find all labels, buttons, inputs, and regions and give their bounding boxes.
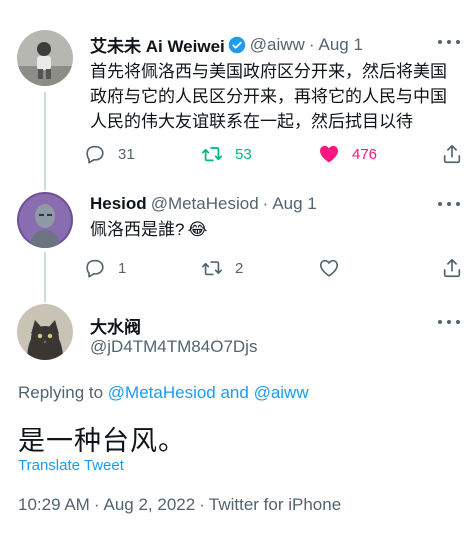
tweet2-text-content: 佩洛西是誰? xyxy=(90,220,185,239)
main-author-handle[interactable]: @jD4TM4TM84O7Djs xyxy=(90,337,257,357)
main-author-name[interactable]: 大水阀 xyxy=(90,313,141,338)
avatar-metahesiod[interactable] xyxy=(17,192,73,248)
share-icon xyxy=(443,258,461,278)
avatar-aiww[interactable] xyxy=(17,30,73,86)
tweet2-actions: 1 2 xyxy=(84,254,464,282)
tweet1-actions: 31 53 476 xyxy=(84,140,464,168)
tweet1-text-line-3: 人民的伟大友谊联系在一起，然后拭目以待 xyxy=(90,112,413,131)
verified-badge-icon xyxy=(228,36,246,53)
meta-sep-2: · xyxy=(199,495,205,514)
tweet2-like-button[interactable] xyxy=(318,254,352,282)
tweet-source[interactable]: Twitter for iPhone xyxy=(209,495,341,514)
replying-prefix: Replying to xyxy=(18,383,108,402)
tweet-date[interactable]: Aug 2, 2022 xyxy=(104,495,196,514)
reply-icon xyxy=(86,145,104,164)
thread-line-2 xyxy=(44,252,46,302)
avatar-main-author[interactable] xyxy=(17,304,73,360)
tweet2-reply-button[interactable]: 1 xyxy=(84,254,126,282)
thread-line-1 xyxy=(44,92,46,190)
tweet1-reply-button[interactable]: 31 xyxy=(84,140,135,168)
tweet-time[interactable]: 10:29 AM xyxy=(18,495,90,514)
tweet1-date[interactable]: Aug 1 xyxy=(318,35,362,55)
replying-and: and xyxy=(215,383,254,402)
tweet2-header: Hesiod @MetaHesiod · Aug 1 xyxy=(90,194,317,214)
tweet2-share-button[interactable] xyxy=(441,254,463,282)
share-icon xyxy=(443,144,461,164)
tweet1-share-button[interactable] xyxy=(441,140,463,168)
main-more-icon[interactable] xyxy=(438,318,460,326)
tweet2-more-icon[interactable] xyxy=(438,200,460,208)
tweet1-text-line-2: 政府与它的人民区分开来，再将它的人民与中国 xyxy=(90,87,447,106)
tweet1-more-icon[interactable] xyxy=(438,38,460,46)
avatar-aiww-photo xyxy=(17,30,73,86)
tweet2-text: 佩洛西是誰? 😂 xyxy=(90,217,207,242)
tweet1-retweet-count: 53 xyxy=(235,145,252,163)
tweet2-dot: · xyxy=(262,194,269,213)
tweet2-reply-count: 1 xyxy=(118,259,127,277)
reply-icon xyxy=(86,259,104,278)
translate-tweet-link[interactable]: Translate Tweet xyxy=(18,457,124,474)
tweet2-retweet-count: 2 xyxy=(235,259,244,277)
retweet-icon xyxy=(202,261,222,276)
retweet-icon xyxy=(201,147,223,162)
tweet1-like-button[interactable]: 476 xyxy=(318,140,377,168)
tweet2-handle[interactable]: @MetaHesiod xyxy=(151,194,259,214)
replying-user-aiww[interactable]: @aiww xyxy=(254,383,309,402)
main-tweet-text: 是一种台风。 xyxy=(18,426,186,456)
tweet1-text-line-1: 首先将佩洛西与美国政府区分开来，然后将美国 xyxy=(90,62,447,81)
tweet1-handle[interactable]: @aiww xyxy=(250,35,305,55)
tweet2-author-name[interactable]: Hesiod xyxy=(90,194,147,214)
meta-sep-1: · xyxy=(93,495,100,514)
tweet2-emoji: 😂 xyxy=(187,220,208,239)
tweet1-reply-count: 31 xyxy=(118,145,135,163)
tweet1-author-name[interactable]: 艾未未 Ai Weiwei xyxy=(90,32,225,57)
tweet1-dot: · xyxy=(308,34,315,54)
like-icon xyxy=(319,259,339,277)
replying-to-line: Replying to @MetaHesiod and @aiww xyxy=(18,383,309,403)
avatar-main-author-cat xyxy=(17,304,73,360)
tweet-meta: 10:29 AM · Aug 2, 2022 · Twitter for iPhone xyxy=(18,495,341,515)
tweet2-date[interactable]: Aug 1 xyxy=(272,194,316,214)
tweet1-text: 首先将佩洛西与美国政府区分开来，然后将美国 政府与它的人民区分开来，再将它的人民… xyxy=(90,59,447,134)
replying-user-metahesiod[interactable]: @MetaHesiod xyxy=(108,383,216,402)
avatar-metahesiod-art xyxy=(17,192,73,248)
tweet1-like-count: 476 xyxy=(352,145,378,163)
tweet1-header: 艾未未 Ai Weiwei @aiww · Aug 1 xyxy=(90,32,363,57)
tweet1-retweet-button[interactable]: 53 xyxy=(201,140,252,168)
like-icon xyxy=(320,145,338,163)
tweet2-retweet-button[interactable]: 2 xyxy=(201,254,243,282)
